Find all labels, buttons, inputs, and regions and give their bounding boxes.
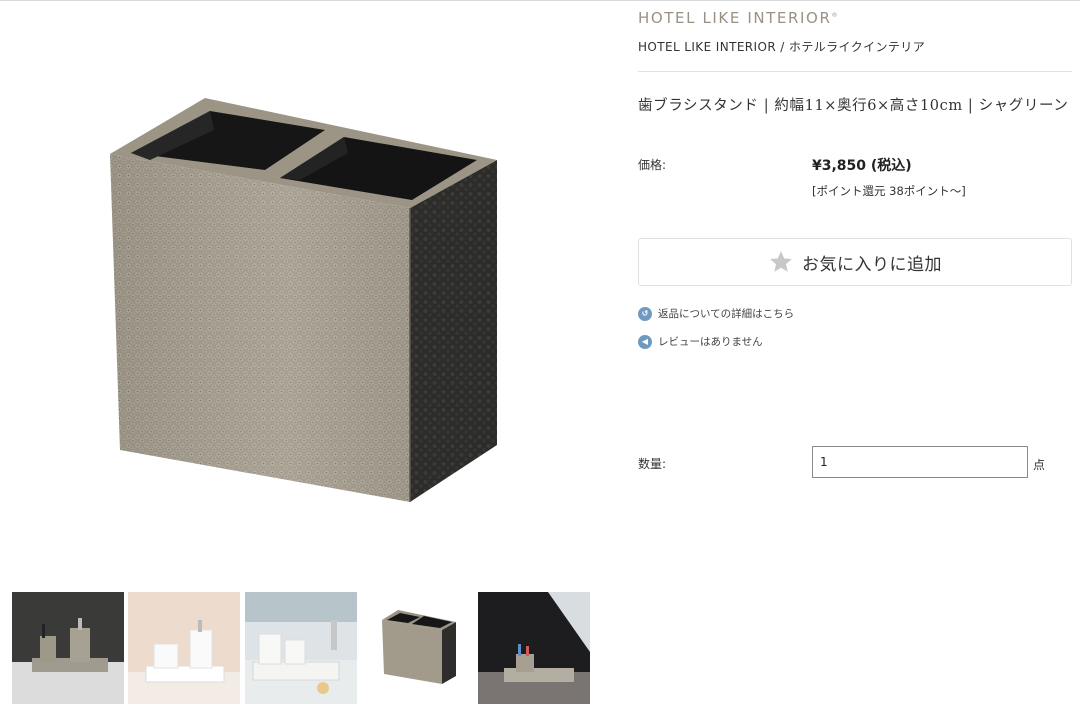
returns-link[interactable]: ↺ 返品についての詳細はこちら bbox=[638, 306, 794, 321]
thumbnail-5[interactable] bbox=[478, 592, 590, 704]
divider bbox=[638, 71, 1072, 72]
top-border bbox=[0, 0, 1080, 1]
returns-link-label: 返品についての詳細はこちら bbox=[658, 308, 795, 320]
thumbnail-1[interactable] bbox=[12, 592, 124, 704]
reviews-link[interactable]: ◀ レビューはありません bbox=[638, 334, 763, 349]
reviews-link-label: レビューはありません bbox=[658, 336, 763, 348]
thumbnail-2[interactable] bbox=[128, 592, 240, 704]
star-icon bbox=[770, 251, 792, 272]
add-to-favorites-button[interactable]: お気に入りに追加 bbox=[638, 238, 1072, 286]
brand-logo-text: HOTEL LIKE INTERIOR bbox=[638, 9, 832, 27]
quantity-unit: 点 bbox=[1033, 458, 1046, 472]
quantity-input[interactable] bbox=[812, 446, 1028, 478]
points-info: [ポイント還元 38ポイント〜] bbox=[812, 184, 966, 198]
thumbnail-4[interactable] bbox=[362, 592, 474, 704]
price-value: ¥3,850 (税込) bbox=[812, 158, 912, 174]
product-title: 歯ブラシスタンド | 約幅11×奥行6×高さ10cm | シャグリーン bbox=[638, 98, 1069, 114]
return-icon: ↺ bbox=[638, 306, 652, 321]
thumbnail-3[interactable] bbox=[245, 592, 357, 704]
brand-logo[interactable]: HOTEL LIKE INTERIOR® bbox=[638, 9, 837, 27]
brand-subtitle[interactable]: HOTEL LIKE INTERIOR / ホテルライクインテリア bbox=[638, 38, 925, 55]
quantity-label: 数量: bbox=[638, 457, 667, 471]
add-to-favorites-label: お気に入りに追加 bbox=[802, 254, 942, 275]
main-product-image[interactable] bbox=[0, 20, 600, 570]
review-icon: ◀ bbox=[638, 334, 652, 349]
registered-mark: ® bbox=[831, 12, 838, 19]
price-label: 価格: bbox=[638, 158, 667, 172]
